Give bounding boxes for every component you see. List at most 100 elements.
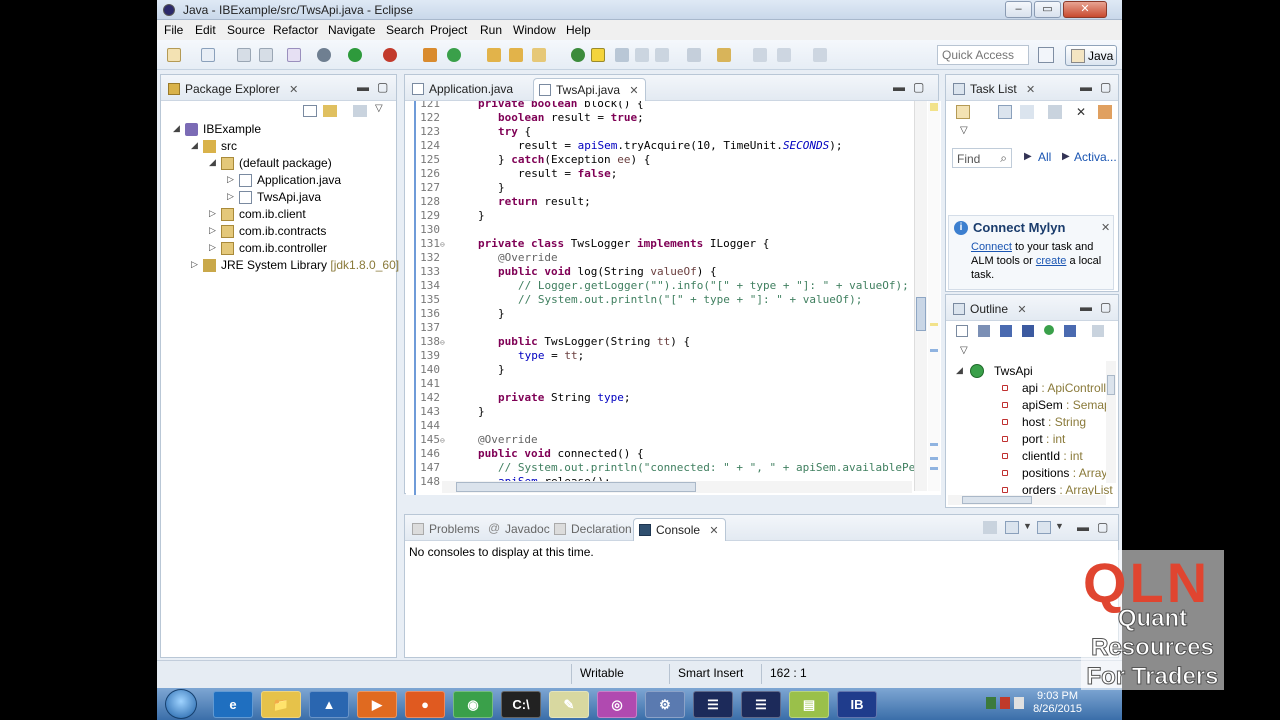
occurrence-marker[interactable] <box>930 349 938 352</box>
occurrence-marker[interactable] <box>930 323 938 326</box>
code-line[interactable]: 141 <box>418 377 498 391</box>
network-icon[interactable] <box>986 697 996 709</box>
minimize-view-icon[interactable]: ▬ <box>893 80 905 94</box>
code-line[interactable]: 125} catch(Exception ee) { <box>418 153 650 167</box>
hide-completed-icon[interactable]: ✕ <box>1076 105 1090 119</box>
back-icon[interactable] <box>777 48 791 62</box>
code-line[interactable]: 124 result = apiSem.tryAcquire(10, TimeUn… <box>418 139 842 153</box>
new-task-icon[interactable] <box>956 105 970 119</box>
code-line[interactable]: 129} <box>418 209 485 223</box>
maximize-view-icon[interactable]: ▢ <box>377 80 388 94</box>
code-line[interactable]: 131⊖ private class TwsLogger implements I… <box>418 237 769 251</box>
scroll-thumb[interactable] <box>1107 375 1115 395</box>
scroll-thumb[interactable] <box>916 297 926 331</box>
outline-hscrollbar[interactable] <box>948 495 1106 505</box>
hide-non-public-icon[interactable] <box>1044 325 1054 335</box>
tab-package-explorer[interactable]: Package Explorer ✕ <box>163 78 304 101</box>
occurrence-marker[interactable] <box>930 443 938 446</box>
code-line[interactable]: 130 <box>418 223 478 237</box>
create-link[interactable]: create <box>1036 255 1067 267</box>
security-icon[interactable] <box>1000 697 1010 709</box>
code-line[interactable]: 136} <box>418 307 505 321</box>
categorized-icon[interactable] <box>998 105 1012 119</box>
outline-vscrollbar[interactable] <box>1106 361 1116 483</box>
maximize-view-icon[interactable]: ▢ <box>913 80 924 94</box>
warning-marker-icon[interactable] <box>930 103 938 111</box>
debug-gear-icon[interactable] <box>317 48 331 62</box>
new-class-icon[interactable] <box>447 48 461 62</box>
block-selection-icon[interactable] <box>635 48 649 62</box>
focus-icon[interactable] <box>1098 105 1112 119</box>
tab-application-java[interactable]: Application.java <box>407 78 519 101</box>
save-icon[interactable] <box>237 48 251 62</box>
vertical-scrollbar[interactable] <box>914 101 927 491</box>
hide-fields-icon[interactable] <box>1000 325 1012 337</box>
code-line[interactable]: 121 private boolean block() { <box>418 101 643 111</box>
volume-icon[interactable] <box>1014 697 1024 709</box>
taskbar-app-button[interactable]: ☰ <box>741 691 781 718</box>
activate-link[interactable]: Activa... <box>1074 150 1117 164</box>
highlight-icon[interactable] <box>591 48 605 62</box>
code-line[interactable]: 143} <box>418 405 485 419</box>
taskbar-app-button[interactable]: ☰ <box>693 691 733 718</box>
chevron-down-icon[interactable]: ▽ <box>960 125 968 136</box>
chevron-down-icon[interactable]: ▽ <box>375 103 383 114</box>
minimize-view-icon[interactable]: ▬ <box>357 80 369 94</box>
hscroll-thumb[interactable] <box>456 482 696 492</box>
code-line[interactable]: 142 private String type; <box>418 391 630 405</box>
toggle-mark-occurrences-icon[interactable] <box>571 48 585 62</box>
hide-static-icon[interactable] <box>1022 325 1034 337</box>
code-line[interactable]: 147 // System.out.println("connected: " +… <box>418 461 922 475</box>
taskbar-app-button[interactable]: ◉ <box>453 691 493 718</box>
new-console-icon[interactable] <box>1037 521 1051 534</box>
chevron-down-icon[interactable]: ▼ <box>1023 521 1032 531</box>
hscroll-thumb[interactable] <box>962 496 1032 504</box>
display-console-icon[interactable] <box>1005 521 1019 534</box>
menu-project[interactable]: Project <box>430 23 467 37</box>
open-type-icon[interactable] <box>487 48 501 62</box>
sort-icon[interactable] <box>978 325 990 337</box>
close-icon[interactable]: ✕ <box>1101 221 1110 234</box>
last-edit-icon[interactable] <box>753 48 767 62</box>
close-icon[interactable]: ✕ <box>1026 84 1035 96</box>
taskbar-app-button[interactable]: ▲ <box>309 691 349 718</box>
code-line[interactable]: 145⊖ @Override <box>418 433 537 447</box>
open-task-icon[interactable] <box>509 48 523 62</box>
open-perspective-icon[interactable] <box>1038 47 1054 63</box>
code-editor[interactable]: 121 private boolean block() {122 boolean r… <box>406 101 941 495</box>
code-line[interactable]: 146 public void connected() { <box>418 447 643 461</box>
horizontal-scrollbar[interactable] <box>442 481 912 493</box>
occurrence-marker[interactable] <box>930 457 938 460</box>
close-icon[interactable]: ✕ <box>289 84 298 96</box>
sync-icon[interactable] <box>1048 105 1062 119</box>
show-whitespace-icon[interactable] <box>615 48 629 62</box>
menu-search[interactable]: Search <box>386 23 424 37</box>
prev-annotation-icon[interactable] <box>717 48 731 62</box>
menu-refactor[interactable]: Refactor <box>273 23 318 37</box>
code-line[interactable]: 126 result = false; <box>418 167 617 181</box>
save-all-icon[interactable] <box>259 48 273 62</box>
open-console-icon[interactable] <box>983 521 997 534</box>
taskbar-app-button[interactable]: ◎ <box>597 691 637 718</box>
quick-access-field[interactable] <box>937 45 1029 65</box>
all-link[interactable]: All <box>1038 150 1051 164</box>
code-line[interactable]: 132 @Override <box>418 251 557 265</box>
external-tools-icon[interactable] <box>383 48 397 62</box>
code-line[interactable]: 123 try { <box>418 125 531 139</box>
code-line[interactable]: 138⊖ public TwsLogger(String tt) { <box>418 335 690 349</box>
show-source-icon[interactable] <box>655 48 669 62</box>
menu-window[interactable]: Window <box>513 23 556 37</box>
close-icon[interactable]: ✕ <box>709 525 718 537</box>
tab-console[interactable]: Console ✕ <box>633 518 726 541</box>
minimize-button[interactable]: – <box>1005 1 1032 18</box>
minimize-view-icon[interactable]: ▬ <box>1080 80 1092 94</box>
new-wizard-icon[interactable] <box>201 48 215 62</box>
menu-run[interactable]: Run <box>480 23 502 37</box>
code-line[interactable]: 127} <box>418 181 505 195</box>
taskbar-app-button[interactable]: ✎ <box>549 691 589 718</box>
minimize-view-icon[interactable]: ▬ <box>1080 300 1092 314</box>
system-clock[interactable]: 9:03 PM 8/26/2015 <box>1033 690 1082 716</box>
find-field[interactable]: Find ⌕ <box>952 148 1012 168</box>
code-line[interactable]: 134 // Logger.getLogger("").info("[" + ty… <box>418 279 909 293</box>
menu-help[interactable]: Help <box>566 23 591 37</box>
